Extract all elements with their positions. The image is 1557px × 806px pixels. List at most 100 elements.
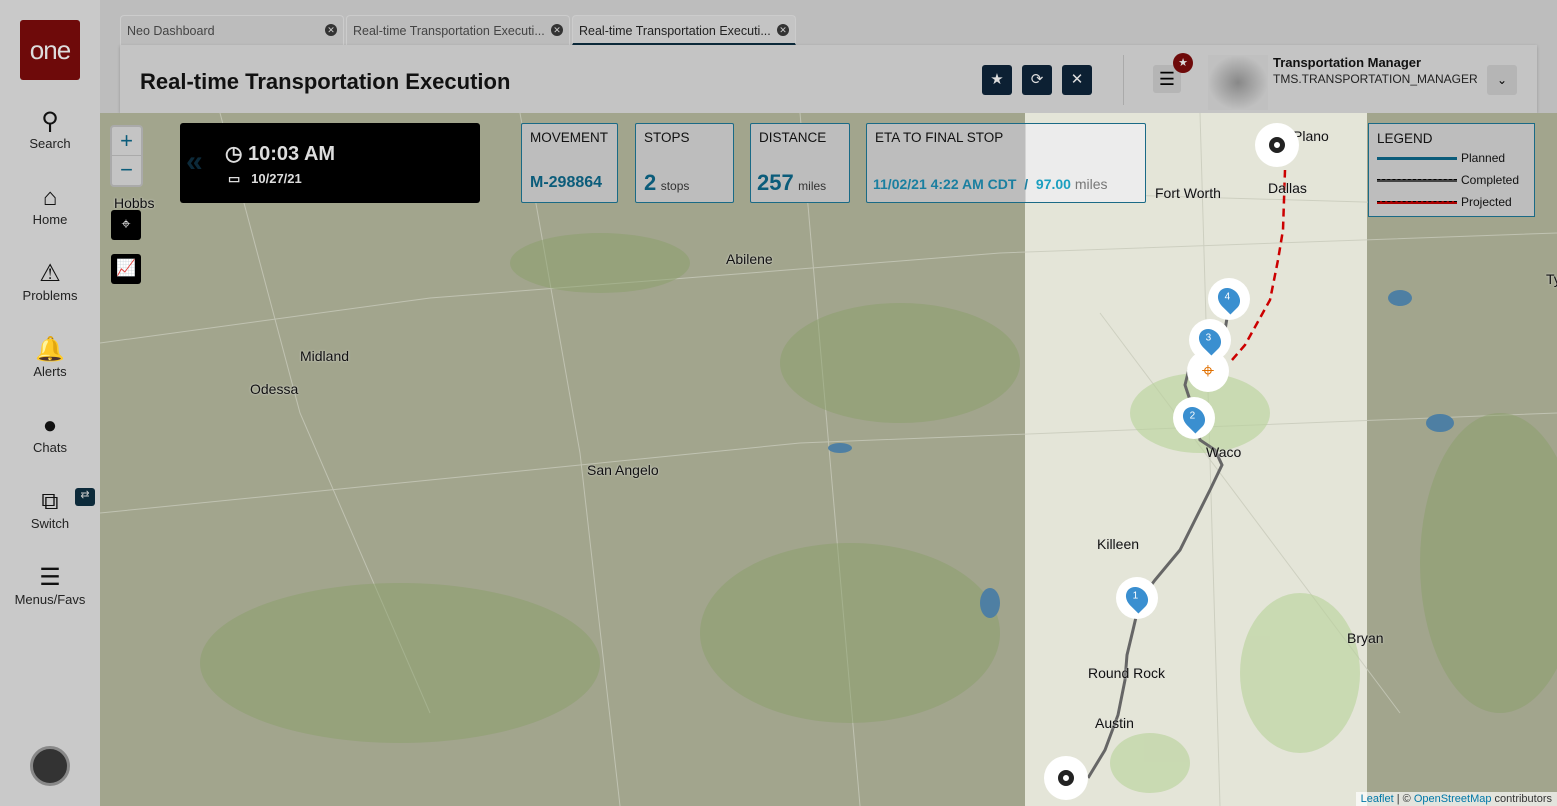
user-menu-chevron-down-icon[interactable]: ⌄ xyxy=(1487,65,1517,95)
tab-rte-2[interactable]: Real-time Transportation Executi... ✕ xyxy=(572,15,796,45)
city-label: Bryan xyxy=(1347,630,1384,646)
tab-label: Real-time Transportation Executi... xyxy=(353,24,545,38)
city-label: Round Rock xyxy=(1088,665,1166,681)
city-label: Killeen xyxy=(1097,536,1140,552)
city-label: Waco xyxy=(1206,444,1242,460)
legend-completed: Completed xyxy=(1461,173,1520,187)
zoom-in-button[interactable]: + xyxy=(112,127,141,156)
stops-card: STOPS 2 stops xyxy=(635,123,734,203)
origin-marker[interactable] xyxy=(1044,756,1088,800)
attribution-separator: | © xyxy=(1393,793,1414,805)
close-tab-icon[interactable]: ✕ xyxy=(325,24,337,36)
favorite-button[interactable]: ★ xyxy=(982,65,1012,95)
tab-neo-dashboard[interactable]: Neo Dashboard ✕ xyxy=(120,15,344,45)
stop-number: 3 xyxy=(1205,332,1212,344)
stop-marker-4[interactable]: 4 xyxy=(1208,278,1250,320)
attribution-suffix: contributors xyxy=(1491,793,1552,805)
nav-menus[interactable]: ☰ Menus/Favs xyxy=(0,564,100,607)
city-label: Fort Worth xyxy=(1155,185,1221,201)
nav-label: Home xyxy=(32,212,68,227)
nav-alerts[interactable]: 🔔 Alerts xyxy=(0,336,100,379)
tab-label: Real-time Transportation Executi... xyxy=(579,24,771,38)
city-label: Midland xyxy=(300,348,350,364)
city-label: Abilene xyxy=(726,251,773,267)
time-panel: « ◷ 10:03 AM ▭ 10/27/21 xyxy=(180,123,480,203)
tab-rte-1[interactable]: Real-time Transportation Executi... ✕ xyxy=(346,15,570,45)
tab-label: Neo Dashboard xyxy=(127,24,215,38)
chart-button[interactable]: 📈 xyxy=(111,254,141,284)
stops-unit: stops xyxy=(660,179,690,193)
nav-label: Menus/Favs xyxy=(14,592,86,607)
stop-marker-2[interactable]: 2 xyxy=(1173,397,1215,439)
chart-line-icon: 📈 xyxy=(116,260,136,277)
stop-marker-1[interactable]: 1 xyxy=(1116,577,1158,619)
nav-label: Search xyxy=(29,136,71,151)
home-icon: ⌂ xyxy=(42,184,58,211)
close-button[interactable]: ✕ xyxy=(1062,65,1092,95)
stop-marker-3[interactable]: 3 xyxy=(1189,319,1231,361)
calendar-icon: ▭ xyxy=(228,171,241,186)
eta-card: ETA TO FINAL STOP 11/02/21 4:22 AM CDT /… xyxy=(866,123,1146,203)
close-tab-icon[interactable]: ✕ xyxy=(777,24,789,36)
nav-search[interactable]: ⚲ Search xyxy=(0,108,100,151)
eta-unit: miles xyxy=(1074,176,1108,192)
nav-label: Switch xyxy=(30,516,70,531)
card-label: ETA TO FINAL STOP xyxy=(875,130,1004,145)
city-label: San Angelo xyxy=(587,462,659,478)
clock-icon: ◷ xyxy=(225,143,243,165)
menu-icon: ☰ xyxy=(39,564,61,591)
movement-id: M-298864 xyxy=(530,174,603,191)
user-name: Transportation Manager xyxy=(1273,55,1422,70)
current-time: 10:03 AM xyxy=(248,143,336,165)
stops-count: 2 xyxy=(644,170,657,195)
stop-number: 1 xyxy=(1132,590,1139,602)
planned-swatch xyxy=(1377,156,1457,160)
favorites-star-icon: ★ xyxy=(1173,53,1193,73)
sidebar: one ⚲ Search ⌂ Home ⚠ Problems 🔔 Alerts ● Cha… xyxy=(0,0,100,806)
distance-card: DISTANCE 257 miles xyxy=(750,123,850,203)
refresh-button[interactable]: ⟳ xyxy=(1022,65,1052,95)
divider xyxy=(1123,55,1124,105)
stop-number: 2 xyxy=(1189,410,1196,422)
nav-problems[interactable]: ⚠ Problems xyxy=(0,260,100,303)
leaflet-link[interactable]: Leaflet xyxy=(1361,793,1394,805)
card-label: MOVEMENT xyxy=(530,130,609,145)
map[interactable]: Hobbs Abilene Midland Odessa San Angelo … xyxy=(100,113,1557,806)
user-avatar[interactable] xyxy=(30,746,70,786)
crosshair-icon: ⌖ xyxy=(121,216,131,233)
eta-miles: 97.00 xyxy=(1035,176,1071,192)
bell-icon: 🔔 xyxy=(35,336,65,363)
legend: LEGEND Planned Completed Projected xyxy=(1368,123,1535,217)
zoom-control: + − xyxy=(110,125,143,187)
page-title: Real-time Transportation Execution xyxy=(140,69,511,94)
movement-card[interactable]: MOVEMENT M-298864 xyxy=(521,123,618,203)
locate-button[interactable]: ⌖ xyxy=(111,210,141,240)
warning-icon: ⚠ xyxy=(39,260,61,287)
nav-label: Problems xyxy=(22,288,78,303)
city-label: Austin xyxy=(1095,715,1134,731)
nav-home[interactable]: ⌂ Home xyxy=(0,184,100,227)
close-tab-icon[interactable]: ✕ xyxy=(551,24,563,36)
legend-projected: Projected xyxy=(1461,195,1512,209)
eta-separator: / xyxy=(1024,176,1029,192)
nav-chats[interactable]: ● Chats xyxy=(0,412,100,455)
completed-swatch xyxy=(1377,178,1457,182)
eta-datetime: 11/02/21 4:22 AM CDT xyxy=(873,176,1017,192)
map-tiles xyxy=(100,113,1557,806)
zoom-out-button[interactable]: − xyxy=(112,156,141,185)
chat-icon: ● xyxy=(42,412,58,439)
destination-marker[interactable] xyxy=(1255,123,1299,167)
osm-link[interactable]: OpenStreetMap xyxy=(1414,793,1492,805)
page-header: Real-time Transportation Execution ★ ⟳ ✕… xyxy=(120,45,1537,113)
legend-planned: Planned xyxy=(1461,151,1506,165)
city-label: Hobbs xyxy=(114,195,155,211)
nav-label: Chats xyxy=(33,440,67,455)
collapse-chevrons-icon[interactable]: « xyxy=(186,145,203,179)
app-logo[interactable]: one xyxy=(20,20,80,80)
user-photo xyxy=(1208,55,1268,110)
user-role: TMS.TRANSPORTATION_MANAGER xyxy=(1273,72,1478,86)
nav-label: Alerts xyxy=(33,364,67,379)
distance-value: 257 xyxy=(757,170,794,195)
stop-number: 4 xyxy=(1224,291,1231,303)
legend-title: LEGEND xyxy=(1377,131,1433,146)
